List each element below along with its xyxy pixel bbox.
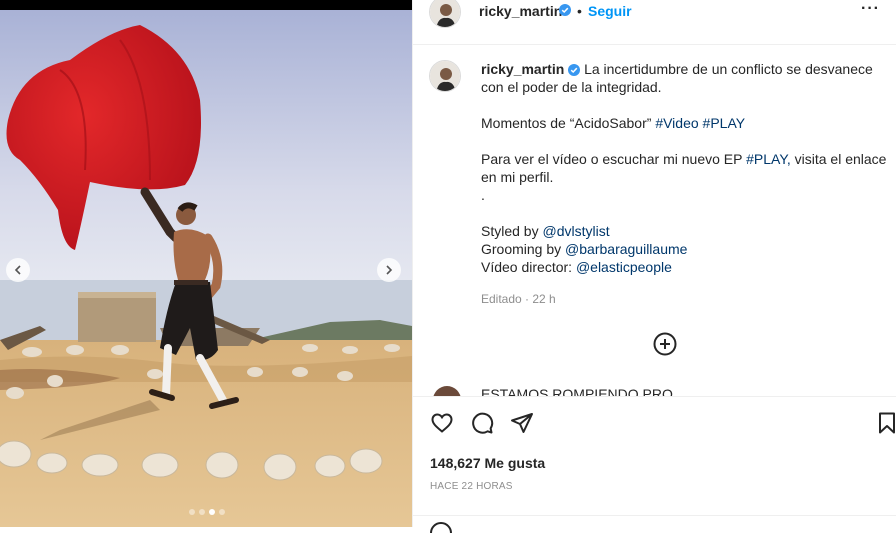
caption-line: Para ver el vídeo o escuchar mi nuevo EP bbox=[481, 151, 743, 167]
divider bbox=[413, 515, 896, 516]
header-separator: • bbox=[577, 3, 582, 19]
caption-line: Styled by bbox=[481, 223, 539, 239]
caption-avatar[interactable] bbox=[429, 60, 461, 92]
author-username[interactable]: ricky_martin bbox=[479, 3, 562, 19]
hashtag-link[interactable]: #PLAY bbox=[703, 115, 746, 131]
comment-preview: ESTAMOS ROMPIENDO PRO bbox=[429, 386, 889, 396]
post-header: ricky_martin • Seguir ··· bbox=[413, 0, 896, 45]
mention-link[interactable]: @barbaraguillaume bbox=[565, 241, 687, 257]
bookmark-icon[interactable] bbox=[876, 411, 896, 435]
caption-dot: . bbox=[481, 187, 485, 203]
action-bar: 148,627 Me gusta HACE 22 HORAS bbox=[413, 396, 896, 533]
avatar-image bbox=[430, 61, 460, 91]
add-comment-icon[interactable] bbox=[653, 332, 677, 356]
emoji-icon[interactable] bbox=[429, 521, 453, 533]
mention-link[interactable]: @elasticpeople bbox=[576, 259, 672, 275]
carousel-dot bbox=[219, 509, 225, 515]
chevron-left-icon bbox=[14, 265, 21, 275]
like-count[interactable]: 148,627 Me gusta bbox=[430, 455, 545, 471]
post-age[interactable]: HACE 22 HORAS bbox=[430, 481, 513, 492]
comment-preview-text: ESTAMOS ROMPIENDO PRO bbox=[481, 386, 673, 396]
comment-icon[interactable] bbox=[470, 411, 494, 435]
carousel-dots bbox=[189, 509, 225, 515]
caption-username[interactable]: ricky_martin bbox=[481, 61, 564, 77]
heart-icon[interactable] bbox=[430, 411, 454, 435]
photo-scene bbox=[0, 10, 412, 527]
hashtag-link[interactable]: #PLAY, bbox=[746, 151, 791, 167]
caption-line: Momentos de “AcidoSabor” bbox=[481, 115, 652, 131]
more-options-button[interactable]: ··· bbox=[861, 0, 880, 18]
paper-plane-icon[interactable] bbox=[510, 411, 534, 435]
author-avatar[interactable] bbox=[429, 0, 461, 28]
verified-badge-icon bbox=[568, 64, 581, 76]
carousel-dot bbox=[199, 509, 205, 515]
chevron-right-icon bbox=[386, 265, 393, 275]
hashtag-link[interactable]: #Video bbox=[655, 115, 698, 131]
carousel-dot-active bbox=[209, 509, 215, 515]
caption-text: ricky_martin La incertidumbre de un conf… bbox=[481, 60, 889, 276]
post-photo[interactable] bbox=[0, 0, 412, 527]
follow-button[interactable]: Seguir bbox=[588, 3, 632, 19]
photo-top-border bbox=[0, 0, 412, 10]
post-details-panel: ricky_martin • Seguir ··· ricky_martin L… bbox=[412, 0, 896, 533]
caption-line: Vídeo director: bbox=[481, 259, 573, 275]
avatar-image bbox=[430, 0, 460, 27]
carousel-dot bbox=[189, 509, 195, 515]
verified-badge-icon bbox=[559, 4, 571, 16]
carousel-next-button[interactable] bbox=[377, 258, 401, 282]
edited-timestamp: Editado · 22 h bbox=[481, 292, 556, 306]
carousel-prev-button[interactable] bbox=[6, 258, 30, 282]
caption-line: Grooming by bbox=[481, 241, 562, 257]
instagram-post-view: ricky_martin • Seguir ··· ricky_martin L… bbox=[0, 0, 896, 533]
mention-link[interactable]: @dvlstylist bbox=[542, 223, 609, 239]
commenter-avatar bbox=[433, 386, 461, 396]
